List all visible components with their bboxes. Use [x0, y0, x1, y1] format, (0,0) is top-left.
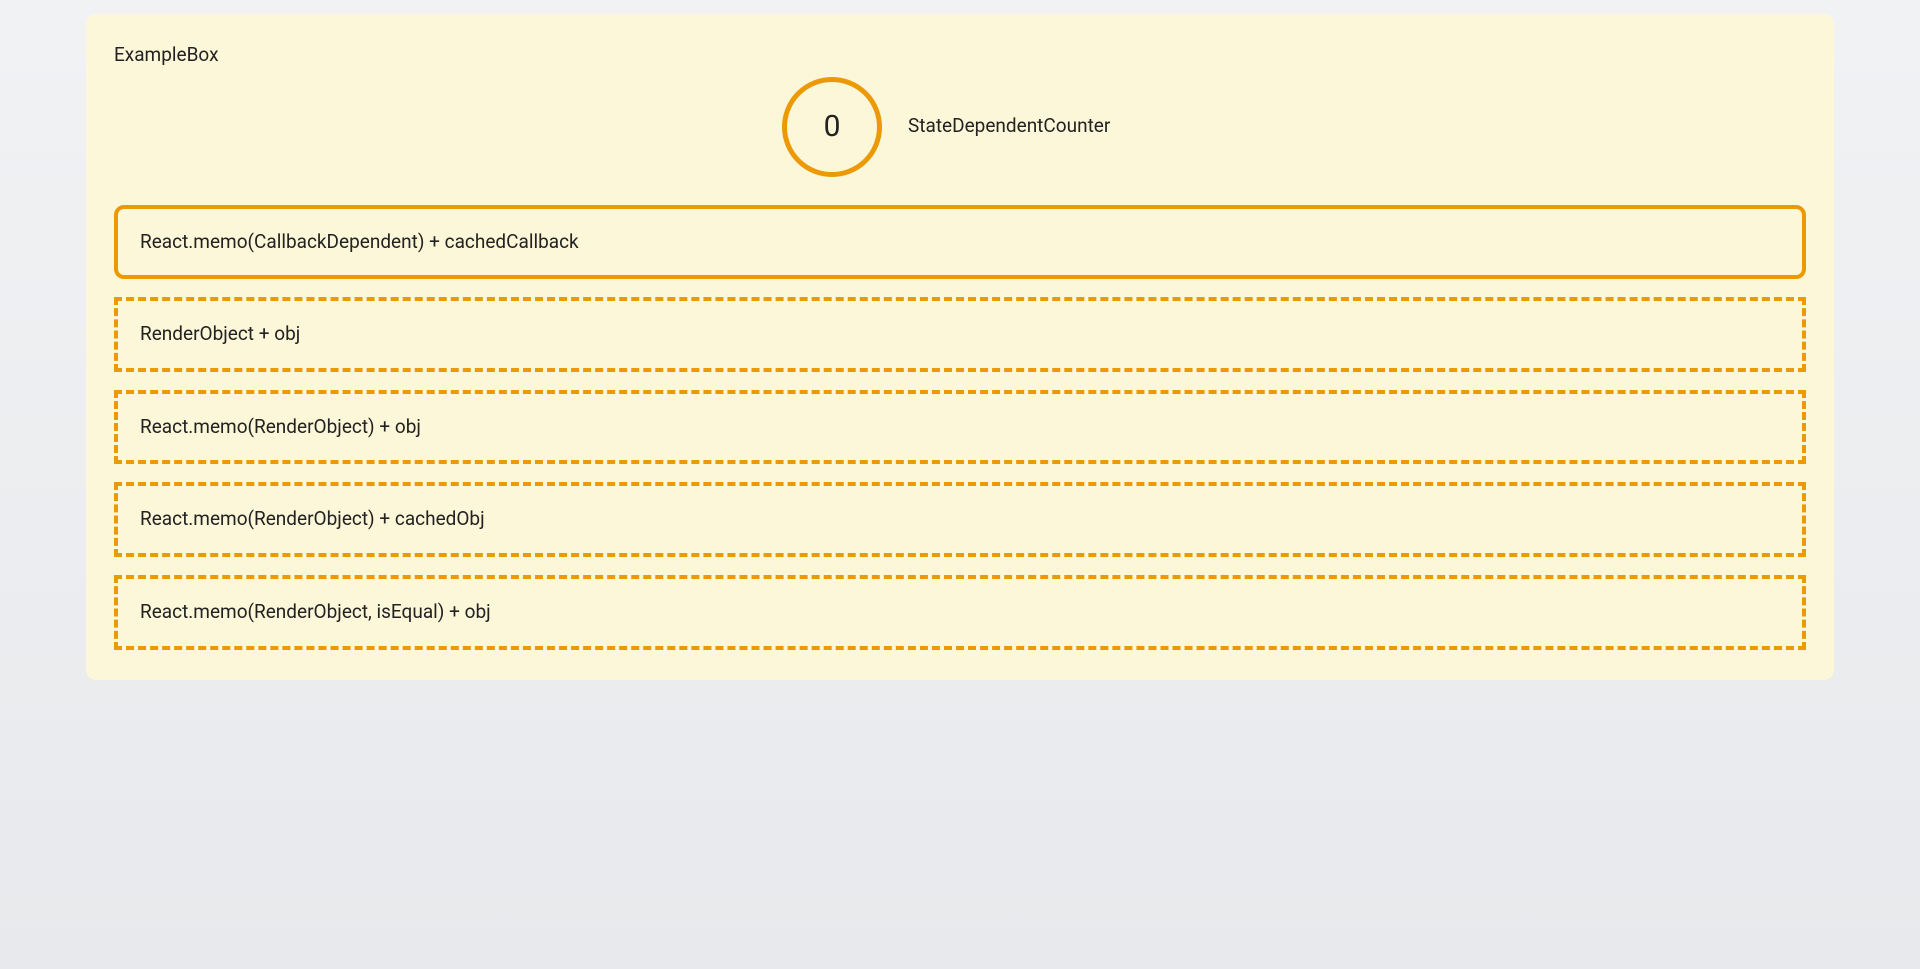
render-row: React.memo(RenderObject) + obj	[114, 390, 1806, 465]
render-row: React.memo(RenderObject) + cachedObj	[114, 482, 1806, 557]
counter-label: StateDependentCounter	[908, 113, 1138, 140]
render-row: React.memo(RenderObject, isEqual) + obj	[114, 575, 1806, 650]
counter-row: 0 StateDependentCounter	[114, 77, 1806, 177]
render-row: RenderObject + obj	[114, 297, 1806, 372]
render-row: React.memo(CallbackDependent) + cachedCa…	[114, 205, 1806, 280]
counter-circle[interactable]: 0	[782, 77, 882, 177]
example-box: ExampleBox 0 StateDependentCounter React…	[86, 14, 1834, 680]
render-row-list: React.memo(CallbackDependent) + cachedCa…	[114, 205, 1806, 650]
example-box-title: ExampleBox	[114, 42, 1806, 69]
counter-value: 0	[824, 106, 841, 148]
